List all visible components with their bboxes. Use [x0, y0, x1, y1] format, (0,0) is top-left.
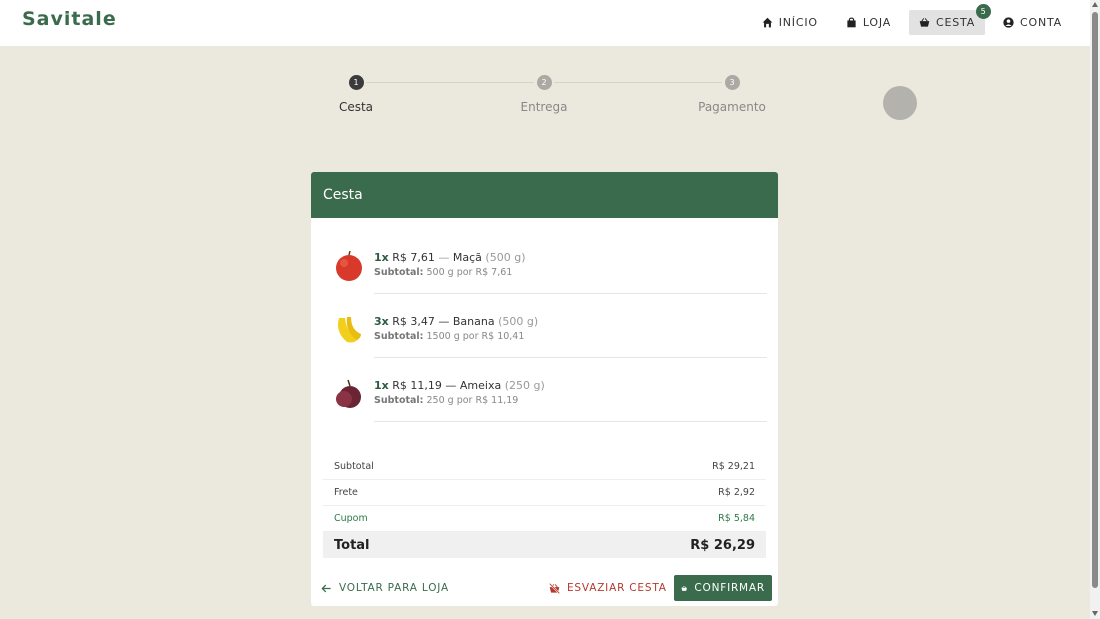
plum-icon [336, 379, 361, 408]
confirm-label: CONFIRMAR [694, 582, 765, 594]
banana-icon [338, 317, 361, 343]
item-subtotal-text: 1500 g por R$ 10,41 [426, 331, 525, 342]
item-name: Ameixa [459, 379, 502, 392]
cart-actions: VOLTAR PARA LOJA ESVAZIAR CESTA CONFIRMA… [311, 574, 778, 602]
checkout-stepper: 1 Cesta 2 Entrega 3 Pagamento [339, 75, 766, 115]
item-weight: (500 g) [498, 315, 539, 328]
summary-label: Frete [334, 487, 358, 498]
nav-item-label: LOJA [862, 16, 892, 29]
nav-item-loja[interactable]: LOJA [836, 10, 901, 35]
summary-subtotal-row: Subtotal R$ 29,21 [323, 454, 766, 480]
item-subtotal: Subtotal: 500 g por R$ 7,61 [374, 267, 512, 278]
back-to-shop-label: VOLTAR PARA LOJA [339, 582, 449, 594]
nav-item-label: CONTA [1020, 16, 1062, 29]
top-navbar: Savitale INÍCIO LOJA CESTA 5 CONTA [0, 0, 1090, 46]
back-to-shop-button[interactable]: VOLTAR PARA LOJA [321, 575, 449, 601]
shopping-bag-icon [847, 17, 856, 28]
cart-card: Cesta 1x R$ 7,61 — Maçã (500 g) Subtotal… [311, 172, 778, 606]
item-separator: — [438, 251, 450, 264]
item-title: 1x R$ 11,19 — Ameixa (250 g) [374, 379, 545, 392]
item-divider [374, 293, 767, 294]
apple-icon [336, 250, 362, 281]
item-subtotal: Subtotal: 250 g por R$ 11,19 [374, 395, 518, 406]
item-weight: (250 g) [504, 379, 545, 392]
item-divider [374, 421, 767, 422]
item-weight: (500 g) [485, 251, 526, 264]
brand-logo[interactable]: Savitale [22, 8, 117, 30]
page-scrollbar[interactable] [1090, 0, 1100, 619]
item-subtotal-text: 500 g por R$ 7,61 [426, 267, 513, 278]
summary-coupon-row: Cupom R$ 5,84 [323, 506, 766, 532]
item-title: 1x R$ 7,61 — Maçã (500 g) [374, 251, 525, 264]
nav-item-conta[interactable]: CONTA [993, 10, 1072, 35]
nav-item-inicio[interactable]: INÍCIO [752, 10, 828, 35]
item-subtotal: Subtotal: 1500 g por R$ 10,41 [374, 331, 524, 342]
item-price: R$ 11,19 [392, 379, 442, 392]
item-price: R$ 7,61 [392, 251, 435, 264]
step-cesta[interactable]: 1 Cesta [306, 75, 406, 114]
summary-label: Cupom [334, 513, 368, 524]
summary-label: Subtotal [334, 461, 374, 472]
remove-basket-icon [549, 582, 560, 594]
summary-value: R$ 29,21 [712, 461, 755, 472]
item-separator: — [445, 379, 457, 392]
nav-item-label: INÍCIO [778, 16, 818, 29]
summary-shipping-row: Frete R$ 2,92 [323, 480, 766, 506]
nav-item-cesta[interactable]: CESTA 5 [909, 4, 992, 35]
item-divider [374, 357, 767, 358]
step-number: 1 [348, 75, 364, 90]
main-nav: INÍCIO LOJA CESTA 5 CONTA [752, 4, 1072, 35]
cart-item: 1x R$ 11,19 — Ameixa (250 g) Subtotal: 2… [333, 378, 767, 442]
cart-title: Cesta [311, 172, 778, 218]
item-subtotal-text: 250 g por R$ 11,19 [426, 395, 519, 406]
item-subtotal-label: Subtotal: [374, 395, 424, 406]
account-icon [1003, 17, 1014, 28]
step-pagamento[interactable]: 3 Pagamento [682, 75, 782, 114]
item-subtotal-label: Subtotal: [374, 331, 424, 342]
item-qty: 1x [374, 251, 389, 264]
nav-item-label: CESTA [936, 16, 976, 29]
item-subtotal-label: Subtotal: [374, 267, 424, 278]
item-price: R$ 3,47 [392, 315, 435, 328]
item-name: Maçã [452, 251, 482, 264]
step-label: Entrega [520, 100, 568, 114]
step-label: Cesta [338, 100, 374, 114]
summary-value: R$ 5,84 [718, 513, 755, 524]
cart-count-badge: 5 [976, 4, 992, 19]
confirm-button[interactable]: CONFIRMAR [674, 575, 772, 601]
order-summary: Subtotal R$ 29,21 Frete R$ 2,92 Cupom R$… [323, 454, 766, 558]
step-number: 2 [536, 75, 552, 90]
item-name: Banana [452, 315, 495, 328]
loading-avatar [883, 86, 917, 120]
arrow-left-icon [321, 584, 331, 592]
basket-icon [681, 585, 687, 591]
item-separator: — [438, 315, 450, 328]
home-icon [762, 17, 773, 28]
empty-cart-label: ESVAZIAR CESTA [567, 582, 667, 594]
step-number: 3 [724, 75, 740, 90]
cart-item: 3x R$ 3,47 — Banana (500 g) Subtotal: 15… [333, 314, 767, 378]
cart-item: 1x R$ 7,61 — Maçã (500 g) Subtotal: 500 … [333, 250, 767, 314]
scroll-down-icon[interactable] [1092, 611, 1098, 616]
summary-value: R$ 2,92 [718, 487, 755, 498]
basket-icon [919, 18, 930, 27]
item-qty: 3x [374, 315, 389, 328]
scroll-thumb[interactable] [1092, 12, 1098, 588]
item-title: 3x R$ 3,47 — Banana (500 g) [374, 315, 538, 328]
scroll-up-icon[interactable] [1092, 2, 1098, 7]
item-qty: 1x [374, 379, 389, 392]
step-label: Pagamento [698, 100, 766, 114]
summary-label: Total [334, 537, 370, 553]
step-entrega[interactable]: 2 Entrega [494, 75, 594, 114]
summary-value: R$ 26,29 [690, 537, 755, 553]
empty-cart-button[interactable]: ESVAZIAR CESTA [549, 575, 667, 601]
summary-total-row: Total R$ 26,29 [323, 532, 766, 558]
